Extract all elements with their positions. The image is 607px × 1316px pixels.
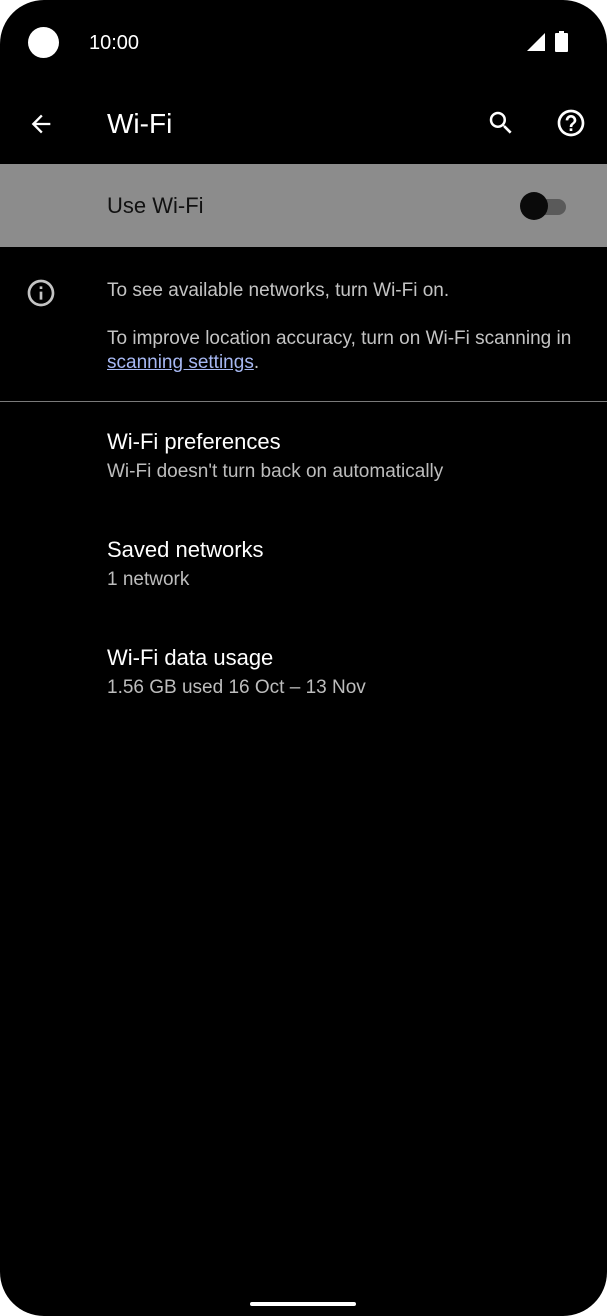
info-section: To see available networks, turn Wi-Fi on… <box>0 247 607 401</box>
pref-summary: 1 network <box>107 569 190 590</box>
back-button[interactable] <box>16 99 66 149</box>
scanning-text-prefix: To improve location accuracy, turn on Wi… <box>107 328 572 349</box>
info-icon <box>27 279 55 307</box>
phone-screen: 10:00 Wi-Fi Use Wi-Fi To see available n… <box>0 0 607 1316</box>
toggle-thumb <box>520 192 548 220</box>
info-text-wifi-off: To see available networks, turn Wi-Fi on… <box>107 280 450 301</box>
use-wifi-switch-row[interactable]: Use Wi-Fi <box>0 164 607 247</box>
pref-summary: 1.56 GB used 16 Oct – 13 Nov <box>107 677 366 698</box>
status-time: 10:00 <box>89 32 140 54</box>
camera-cutout <box>28 27 59 58</box>
saved-networks-item[interactable]: Saved networks 1 network <box>0 510 607 610</box>
gesture-navigation-handle[interactable] <box>250 1302 356 1306</box>
wifi-preferences-item[interactable]: Wi-Fi preferences Wi-Fi doesn't turn bac… <box>0 402 607 502</box>
help-icon <box>557 109 585 137</box>
wifi-data-usage-item[interactable]: Wi-Fi data usage 1.56 GB used 16 Oct – 1… <box>0 618 607 718</box>
scanning-text-suffix: . <box>253 352 260 373</box>
search-button[interactable] <box>476 98 526 148</box>
pref-title: Saved networks <box>107 537 264 562</box>
help-button[interactable] <box>546 98 596 148</box>
search-icon <box>489 111 512 134</box>
pref-title: Wi-Fi preferences <box>107 429 281 454</box>
app-bar: Wi-Fi <box>0 84 607 164</box>
status-bar: 10:00 <box>0 0 607 84</box>
battery-icon <box>555 31 568 52</box>
info-text-scanning: To improve location accuracy, turn on Wi… <box>107 327 577 375</box>
arrow-back-icon <box>31 114 51 134</box>
pref-title: Wi-Fi data usage <box>107 645 274 670</box>
signal-icon <box>527 33 545 51</box>
page-title: Wi-Fi <box>107 108 173 139</box>
wifi-toggle[interactable] <box>518 191 568 221</box>
scanning-settings-link[interactable]: scanning settings <box>107 352 254 373</box>
use-wifi-label: Use Wi-Fi <box>107 193 204 218</box>
pref-summary: Wi-Fi doesn't turn back on automatically <box>107 461 444 482</box>
